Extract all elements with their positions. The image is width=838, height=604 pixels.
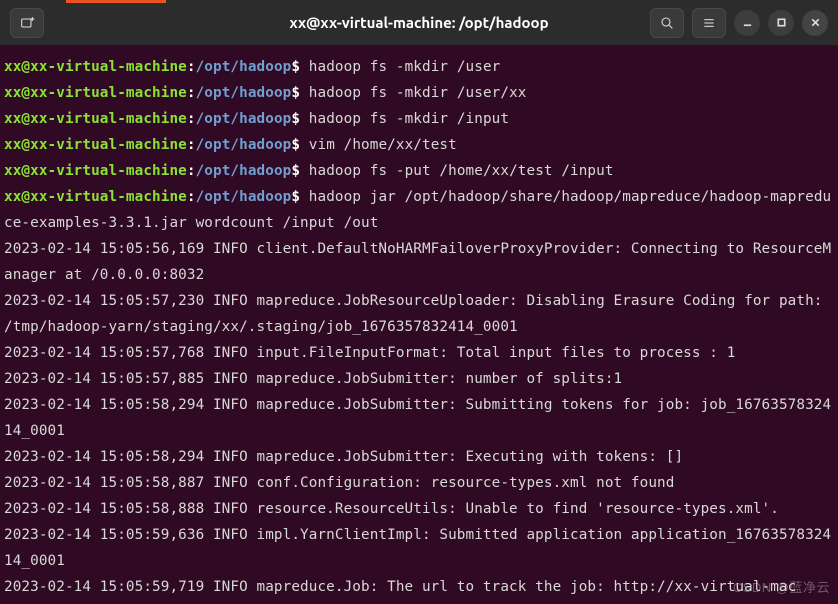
hamburger-menu-button[interactable] <box>692 8 726 38</box>
maximize-button[interactable] <box>768 10 794 36</box>
terminal-command-line: xx@xx-virtual-machine:/opt/hadoop$ vim /… <box>4 132 834 158</box>
prompt-symbol: $ <box>291 163 308 179</box>
terminal-output[interactable]: xx@xx-virtual-machine:/opt/hadoop$ hadoo… <box>0 46 838 604</box>
prompt-symbol: $ <box>291 137 308 153</box>
menu-icon <box>701 15 717 31</box>
prompt-symbol: $ <box>291 111 308 127</box>
prompt-path: /opt/hadoop <box>196 189 292 205</box>
terminal-log-line: 2023-02-14 15:05:57,768 INFO input.FileI… <box>4 340 834 366</box>
terminal-command-line: xx@xx-virtual-machine:/opt/hadoop$ hadoo… <box>4 158 834 184</box>
prompt-colon: : <box>187 111 196 127</box>
prompt-user-host: xx@xx-virtual-machine <box>4 59 187 75</box>
terminal-log-line: 2023-02-14 15:05:57,230 INFO mapreduce.J… <box>4 288 834 340</box>
close-button[interactable] <box>802 10 828 36</box>
prompt-colon: : <box>187 85 196 101</box>
prompt-user-host: xx@xx-virtual-machine <box>4 137 187 153</box>
prompt-path: /opt/hadoop <box>196 85 292 101</box>
close-icon <box>810 17 821 28</box>
minimize-button[interactable] <box>734 10 760 36</box>
new-tab-icon <box>19 15 35 31</box>
new-tab-button[interactable] <box>10 8 44 38</box>
command-text: hadoop fs -mkdir /input <box>309 111 509 127</box>
prompt-user-host: xx@xx-virtual-machine <box>4 85 187 101</box>
prompt-path: /opt/hadoop <box>196 111 292 127</box>
terminal-command-line: xx@xx-virtual-machine:/opt/hadoop$ hadoo… <box>4 54 834 80</box>
prompt-symbol: $ <box>291 59 308 75</box>
minimize-icon <box>742 17 753 28</box>
prompt-colon: : <box>187 137 196 153</box>
titlebar-left-group <box>10 8 44 38</box>
prompt-symbol: $ <box>291 85 308 101</box>
terminal-log-line: 2023-02-14 15:05:57,885 INFO mapreduce.J… <box>4 366 834 392</box>
terminal-log-line: 2023-02-14 15:05:58,294 INFO mapreduce.J… <box>4 444 834 470</box>
terminal-log-line: 2023-02-14 15:05:59,719 INFO mapreduce.J… <box>4 574 834 600</box>
terminal-log-line: 2023-02-14 15:05:56,169 INFO client.Defa… <box>4 236 834 288</box>
prompt-colon: : <box>187 163 196 179</box>
command-text: hadoop fs -mkdir /user <box>309 59 501 75</box>
search-icon <box>659 15 675 31</box>
terminal-log-line: 2023-02-14 15:05:58,888 INFO resource.Re… <box>4 496 834 522</box>
prompt-colon: : <box>187 189 196 205</box>
command-text: vim /home/xx/test <box>309 137 457 153</box>
window-titlebar: xx@xx-virtual-machine: /opt/hadoop <box>0 0 838 46</box>
prompt-symbol: $ <box>291 189 308 205</box>
search-button[interactable] <box>650 8 684 38</box>
command-text: hadoop fs -mkdir /user/xx <box>309 85 527 101</box>
prompt-user-host: xx@xx-virtual-machine <box>4 163 187 179</box>
active-tab-indicator <box>66 0 166 3</box>
titlebar-right-group <box>650 8 828 38</box>
maximize-icon <box>776 17 787 28</box>
watermark-text: CSDN @蓝净云 <box>733 577 830 596</box>
terminal-command-line: xx@xx-virtual-machine:/opt/hadoop$ hadoo… <box>4 106 834 132</box>
terminal-log-line: 2023-02-14 15:05:58,294 INFO mapreduce.J… <box>4 392 834 444</box>
terminal-command-line: xx@xx-virtual-machine:/opt/hadoop$ hadoo… <box>4 80 834 106</box>
terminal-log-line: 2023-02-14 15:05:59,636 INFO impl.YarnCl… <box>4 522 834 574</box>
command-text: hadoop fs -put /home/xx/test /input <box>309 163 614 179</box>
prompt-colon: : <box>187 59 196 75</box>
prompt-path: /opt/hadoop <box>196 59 292 75</box>
prompt-path: /opt/hadoop <box>196 137 292 153</box>
prompt-path: /opt/hadoop <box>196 163 292 179</box>
terminal-log-line: 2023-02-14 15:05:58,887 INFO conf.Config… <box>4 470 834 496</box>
terminal-command-line: xx@xx-virtual-machine:/opt/hadoop$ hadoo… <box>4 184 834 236</box>
prompt-user-host: xx@xx-virtual-machine <box>4 111 187 127</box>
prompt-user-host: xx@xx-virtual-machine <box>4 189 187 205</box>
